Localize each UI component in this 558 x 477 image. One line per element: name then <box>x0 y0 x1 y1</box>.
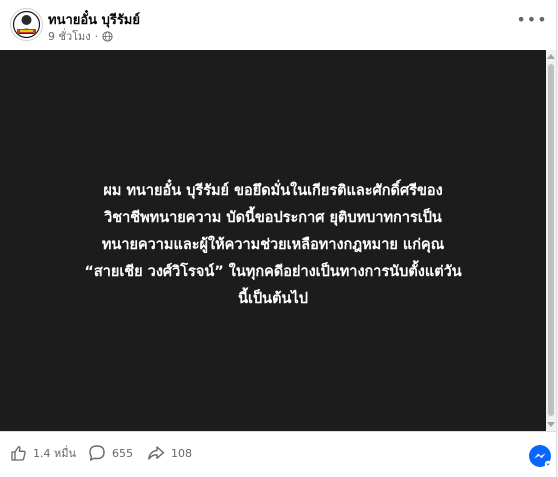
statement-line: ทนายความและผู้ให้ความช่วยเหลือทางกฎหมาย … <box>101 237 445 253</box>
avatar-image <box>11 9 42 40</box>
more-options-button[interactable]: ••• <box>516 10 546 30</box>
post-header: ทนายอั๋น บุรีรัมย์ 9 ชั่วโมง · ••• <box>0 0 556 50</box>
ellipsis-icon: ••• <box>516 10 548 29</box>
post-image[interactable]: ผม ทนายอั๋น บุรีรัมย์ ขอยึดมั่นในเกียรติ… <box>0 50 546 431</box>
messenger-icon <box>529 445 552 468</box>
comment-button[interactable]: 655 <box>88 444 133 462</box>
post-card: ทนายอั๋น บุรีรัมย์ 9 ชั่วโมง · ••• ผม ทน… <box>0 0 557 477</box>
scroll-thumb[interactable] <box>548 64 554 416</box>
thumbs-up-icon <box>11 445 26 461</box>
scrollbar[interactable] <box>546 50 556 431</box>
post-meta: 9 ชั่วโมง · <box>48 27 113 45</box>
scroll-up-arrow[interactable] <box>547 54 555 59</box>
like-button[interactable]: 1.4 หมื่น <box>10 444 76 462</box>
scroll-down-arrow[interactable] <box>547 422 555 427</box>
post-footer: 1.4 หมื่น 655 108 <box>0 431 556 477</box>
messenger-send-button[interactable] <box>528 444 552 468</box>
share-button[interactable]: 108 <box>147 444 192 462</box>
comment-count: 655 <box>112 446 133 460</box>
like-count: 1.4 หมื่น <box>33 447 77 460</box>
statement-line: นี้เป็นต้นไป <box>238 291 308 307</box>
meta-separator: · <box>94 29 99 43</box>
globe-icon <box>102 30 113 42</box>
statement-line: “สายเชีย วงศ์วิโรจน์” ในทุกคดีอย่างเป็นท… <box>84 264 462 280</box>
share-count: 108 <box>171 446 192 460</box>
share-icon <box>148 446 165 460</box>
comment-icon <box>89 445 105 461</box>
statement-line: ผม ทนายอั๋น บุรีรัมย์ ขอยึดมั่นในเกียรติ… <box>103 183 443 199</box>
post-timestamp[interactable]: 9 ชั่วโมง <box>48 27 91 45</box>
statement-line: วิชาชีพทนายความ บัดนี้ขอประกาศ ยุติบทบาท… <box>104 210 442 226</box>
statement-text: ผม ทนายอั๋น บุรีรัมย์ ขอยึดมั่นในเกียรติ… <box>18 178 528 313</box>
page-avatar[interactable] <box>10 8 43 41</box>
